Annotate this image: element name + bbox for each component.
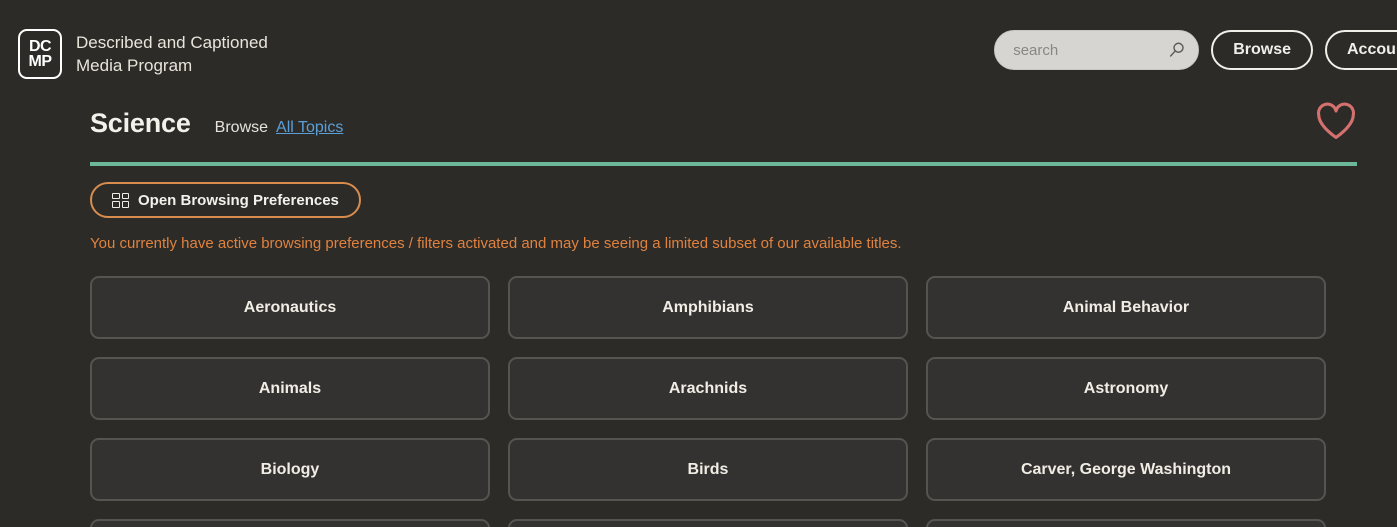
topic-card[interactable]: Carver, George Washington (926, 438, 1326, 501)
topic-card[interactable]: Arachnids (508, 357, 908, 420)
topic-card[interactable]: Astronomy (926, 357, 1326, 420)
header-actions: Browse Account (994, 30, 1397, 70)
topic-card[interactable]: Amphibians (508, 276, 908, 339)
search-field-wrapper (994, 30, 1200, 70)
open-browsing-preferences-label: Open Browsing Preferences (138, 191, 339, 209)
topic-card[interactable] (90, 519, 490, 527)
browse-button[interactable]: Browse (1211, 30, 1313, 70)
brand-name: Described and Captioned Media Program (76, 33, 268, 75)
breadcrumb-label: Browse (214, 119, 269, 136)
logo-line-2: MP (28, 53, 53, 70)
topic-card[interactable]: Biology (90, 438, 490, 501)
topic-card[interactable] (508, 519, 908, 527)
topic-card[interactable]: Birds (508, 438, 908, 501)
page-title: Science (90, 108, 191, 138)
account-button[interactable]: Account (1325, 30, 1397, 70)
topic-grid: Aeronautics Amphibians Animal Behavior A… (90, 276, 1397, 527)
active-filters-notice: You currently have active browsing prefe… (90, 235, 902, 252)
section-divider (90, 162, 1357, 166)
heart-outline-icon[interactable] (1315, 102, 1357, 140)
topic-card[interactable]: Aeronautics (90, 276, 490, 339)
dcmp-logo-icon: DC MP (18, 29, 62, 79)
topic-card[interactable]: Animals (90, 357, 490, 420)
site-header: DC MP Described and Captioned Media Prog… (0, 0, 1397, 108)
title-row: Science Browse All Topics (90, 102, 1397, 152)
breadcrumb: Browse All Topics (215, 119, 344, 137)
open-browsing-preferences-button[interactable]: Open Browsing Preferences (90, 182, 361, 218)
search-input[interactable] (994, 30, 1200, 70)
grid-layout-icon (112, 192, 129, 208)
page-content: Science Browse All Topics Open Browsing … (0, 102, 1397, 527)
logo-line-1: DC (28, 38, 52, 55)
topic-card[interactable]: Animal Behavior (926, 276, 1326, 339)
topic-card[interactable] (926, 519, 1326, 527)
brand[interactable]: DC MP Described and Captioned Media Prog… (18, 29, 316, 79)
breadcrumb-link-all-topics[interactable]: All Topics (276, 119, 343, 137)
